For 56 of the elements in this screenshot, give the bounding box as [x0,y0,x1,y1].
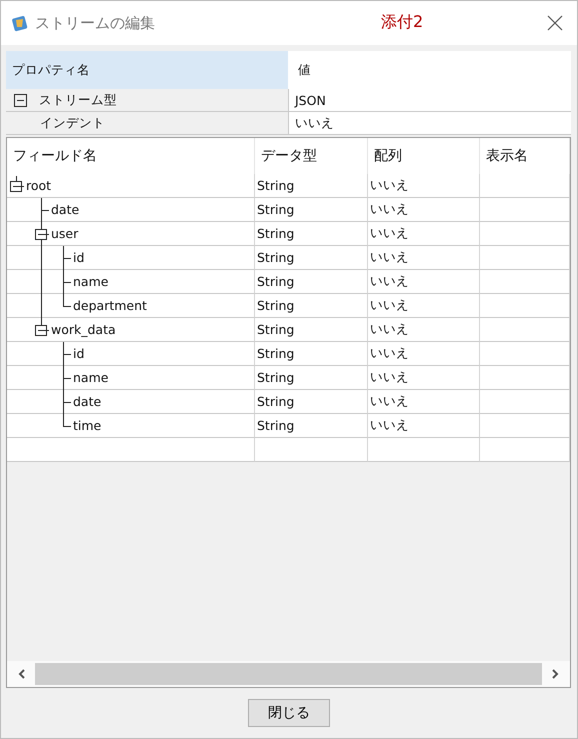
property-name: インデント [40,114,105,132]
property-value: いいえ [288,112,571,135]
table-cell: String [255,366,368,390]
collapse-icon[interactable] [14,94,27,106]
collapse-icon[interactable] [10,181,24,192]
table-cell: String [255,174,368,198]
scroll-right-icon[interactable] [550,668,560,680]
column-header[interactable]: 配列 [368,138,480,174]
table-cell: String [255,246,368,270]
table-cell: いいえ [368,270,480,294]
column-header: プロパティ名 [6,51,288,89]
table-cell: いいえ [368,246,480,270]
table-cell: いいえ [368,294,480,318]
field-name: user [51,226,78,241]
column-header: 値 [288,51,571,89]
table-cell: String [255,414,368,438]
table-cell: String [255,342,368,366]
table-cell: いいえ [368,318,480,342]
window-title: ストリームの編集 [35,14,155,32]
field-name: id [73,250,84,265]
field-name: name [73,370,108,385]
scroll-left-icon[interactable] [17,668,27,680]
property-value: JSON [288,89,571,112]
table-cell: String [255,222,368,246]
column-header[interactable]: 表示名 [480,138,570,174]
table-cell: いいえ [368,198,480,222]
tree-lines-drawing [41,270,71,294]
property-name: ストリーム型 [39,92,117,108]
table-cell: いいえ [368,222,480,246]
column-header[interactable]: データ型 [255,138,368,174]
annotation-label: 添付2 [381,12,424,33]
field-name: root [26,178,52,193]
table-cell: String [255,294,368,318]
table-cell: いいえ [368,414,480,438]
horizontal-scrollbar[interactable] [7,661,570,687]
table-cell: String [255,270,368,294]
field-name: id [73,346,84,361]
field-name: name [73,274,108,289]
table-cell: String [255,390,368,414]
table-cell: String [255,198,368,222]
field-name: date [73,394,102,409]
collapse-icon[interactable] [35,325,49,336]
field-name: date [51,202,80,217]
scrollbar-thumb[interactable] [35,663,542,685]
close-dialog-button[interactable]: 閉じる [248,699,330,727]
table-cell: String [255,318,368,342]
close-icon [547,15,563,31]
table-cell: いいえ [368,366,480,390]
field-name: time [73,418,102,433]
table-cell: いいえ [368,390,480,414]
table-cell: いいえ [368,342,480,366]
collapse-icon[interactable] [35,229,49,240]
field-name: department [73,298,147,313]
field-name: work_data [51,322,116,337]
column-header[interactable]: フィールド名 [7,138,255,174]
table-cell: いいえ [368,174,480,198]
